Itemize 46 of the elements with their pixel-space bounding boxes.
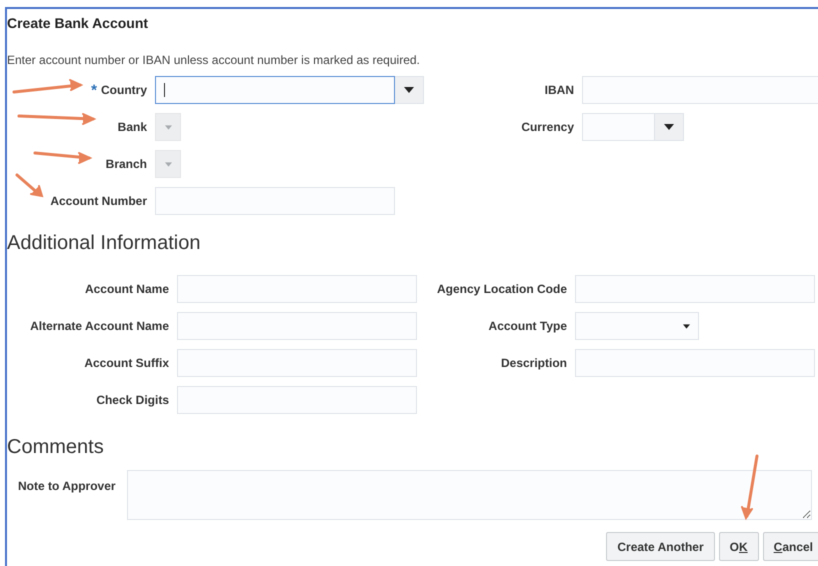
input-field[interactable] (575, 349, 815, 377)
note-field[interactable] (127, 470, 812, 520)
dialog-button[interactable]: Cancel (762, 532, 818, 561)
dialog-button[interactable]: Create Another (606, 532, 715, 561)
arrow-icon (12, 79, 84, 94)
dialog-button[interactable]: OK (718, 532, 759, 561)
field-label: Account Suffix (84, 355, 169, 372)
arrow-icon (16, 174, 44, 198)
dropdown-arrow-icon (683, 324, 690, 328)
combo-field[interactable] (155, 76, 395, 104)
field-label: Account Number (50, 193, 147, 210)
required-mark: * (91, 82, 97, 98)
select-field[interactable] (575, 312, 699, 340)
dropdown-arrow-icon (164, 162, 172, 166)
arrow-icon (34, 152, 92, 164)
dropdown-button[interactable] (655, 113, 684, 141)
dialog-title: Create Bank Account (7, 15, 150, 31)
instructions-text: Enter account number or IBAN unless account number is marked as required. (7, 53, 421, 67)
input-field[interactable] (177, 312, 417, 340)
dropdown-arrow-icon (164, 124, 172, 130)
section-heading: Additional Information (7, 231, 202, 255)
field-label: IBAN (544, 82, 574, 99)
field-label: Bank (118, 119, 147, 136)
field-label: Note to Approver (18, 478, 117, 495)
field-label: Description (500, 355, 567, 372)
section-heading: Comments (7, 435, 105, 459)
field-label: Account Type (488, 318, 567, 335)
input-field[interactable] (177, 386, 417, 414)
dropdown-arrow-icon (664, 124, 674, 130)
arrow-icon (741, 454, 758, 520)
field-label: Branch (106, 156, 147, 173)
input-field[interactable] (177, 275, 417, 303)
field-label: Country (101, 82, 147, 99)
field-label: Check Digits (96, 392, 169, 409)
field-label: Account Name (84, 281, 169, 298)
dropdown-arrow-icon (404, 87, 414, 93)
input-field[interactable] (575, 275, 815, 303)
field-label: Agency Location Code (436, 281, 567, 298)
arrow-icon (18, 113, 96, 125)
input-field[interactable] (177, 349, 417, 377)
input-field[interactable] (582, 76, 818, 104)
field-label: Alternate Account Name (30, 318, 169, 335)
text-cursor (164, 83, 165, 97)
field-label: Currency (521, 119, 574, 136)
dropdown-button[interactable] (395, 76, 424, 104)
input-field[interactable] (155, 187, 395, 215)
